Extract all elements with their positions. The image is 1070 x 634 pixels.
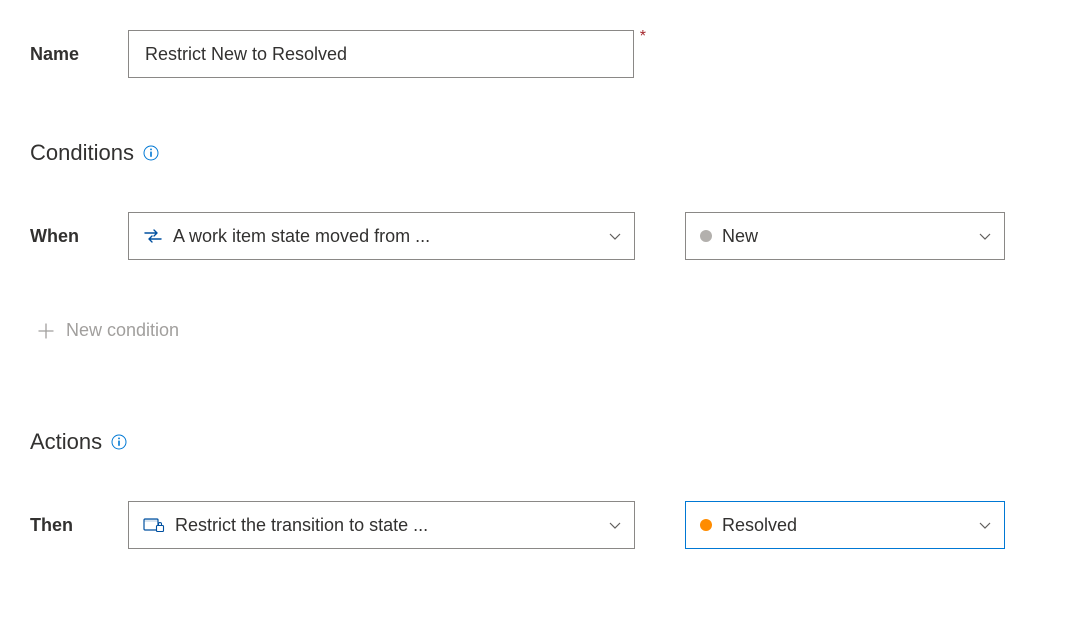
info-icon[interactable] <box>110 433 128 451</box>
name-row: Name * <box>30 30 1040 78</box>
chevron-down-icon <box>608 518 622 532</box>
action-type-dropdown[interactable]: Restrict the transition to state ... <box>128 501 635 549</box>
action-state-text: Resolved <box>722 515 970 536</box>
required-indicator: * <box>640 28 646 46</box>
conditions-heading: Conditions <box>30 140 1040 166</box>
conditions-heading-text: Conditions <box>30 140 134 166</box>
action-type-text: Restrict the transition to state ... <box>175 515 600 536</box>
add-condition-label: New condition <box>66 320 179 341</box>
then-row: Then Restrict the transition to state ..… <box>30 501 1040 549</box>
chevron-down-icon <box>608 229 622 243</box>
condition-state-text: New <box>722 226 970 247</box>
when-row: When A work item state moved from ... Ne… <box>30 212 1040 260</box>
add-condition-button[interactable]: New condition <box>30 320 1040 341</box>
chevron-down-icon <box>978 229 992 243</box>
restrict-transition-icon <box>143 517 165 533</box>
name-input[interactable] <box>128 30 634 78</box>
state-dot-new <box>700 230 712 242</box>
condition-type-dropdown[interactable]: A work item state moved from ... <box>128 212 635 260</box>
then-label: Then <box>30 515 128 536</box>
plus-icon <box>38 323 54 339</box>
condition-type-text: A work item state moved from ... <box>173 226 600 247</box>
chevron-down-icon <box>978 518 992 532</box>
info-icon[interactable] <box>142 144 160 162</box>
name-input-wrap: * <box>128 30 634 78</box>
state-dot-resolved <box>700 519 712 531</box>
name-label: Name <box>30 44 128 65</box>
when-label: When <box>30 226 128 247</box>
actions-heading: Actions <box>30 429 1040 455</box>
condition-state-dropdown[interactable]: New <box>685 212 1005 260</box>
action-state-dropdown[interactable]: Resolved <box>685 501 1005 549</box>
actions-heading-text: Actions <box>30 429 102 455</box>
state-moved-icon <box>143 228 163 244</box>
